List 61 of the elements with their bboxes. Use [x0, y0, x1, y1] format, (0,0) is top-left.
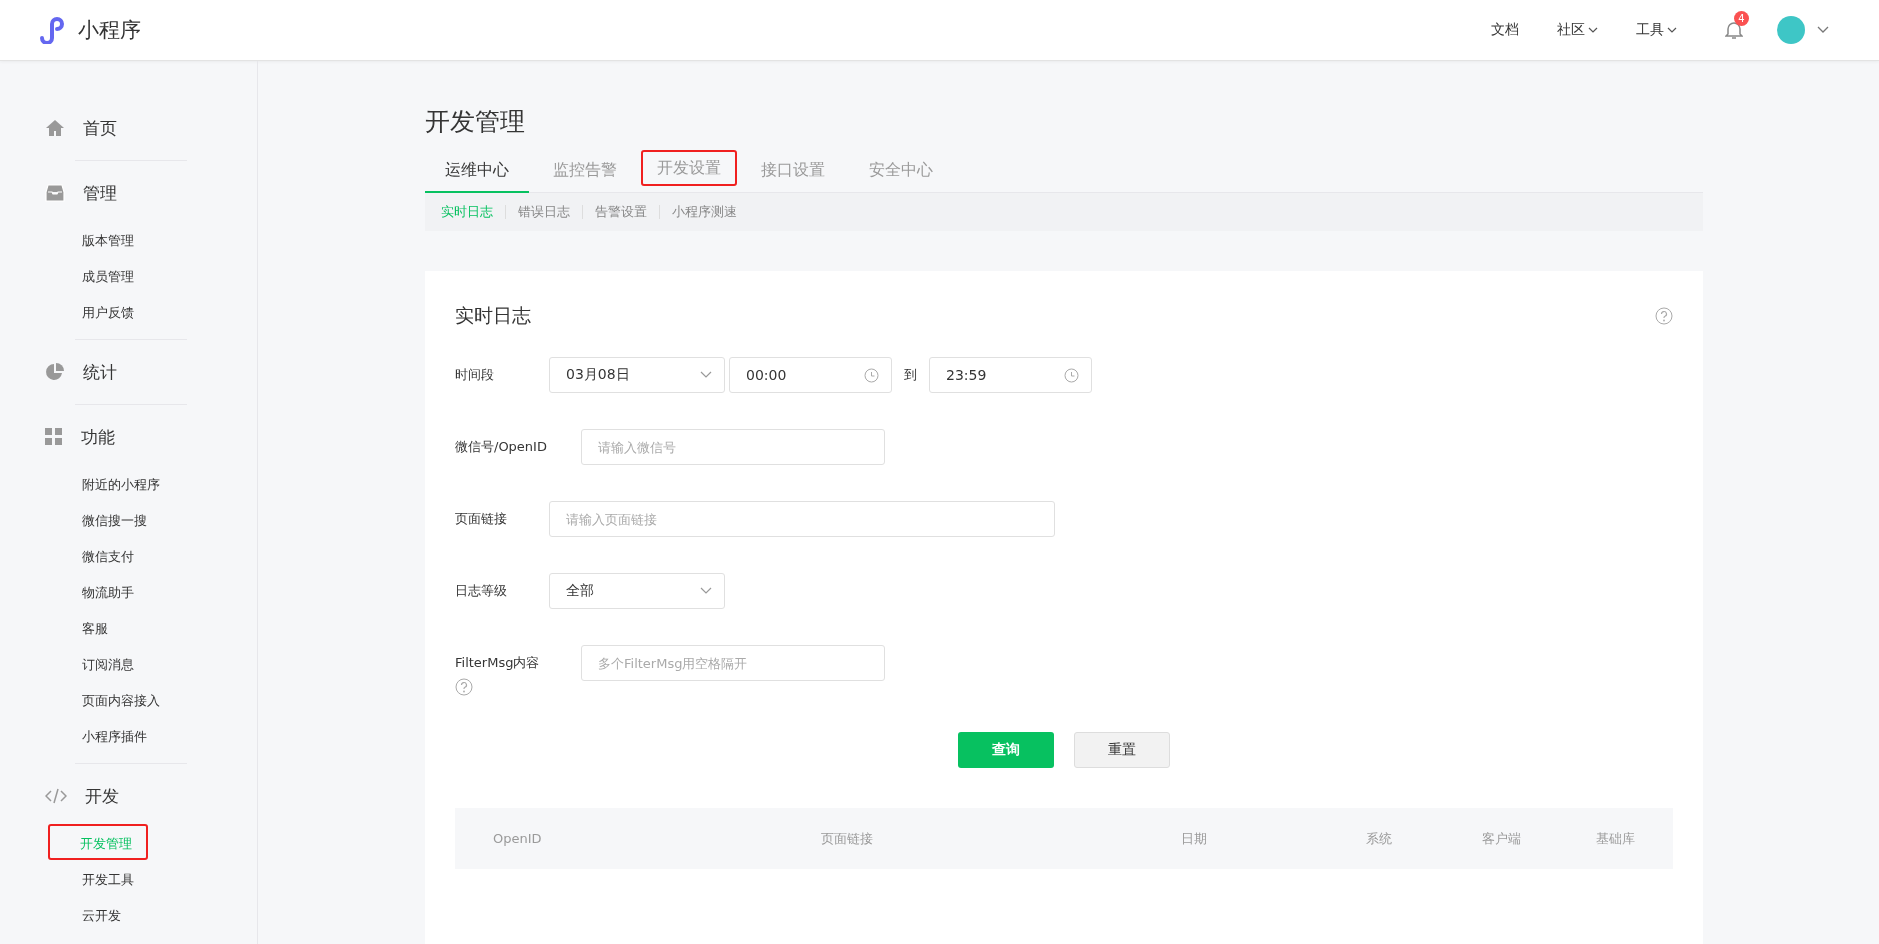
reset-button[interactable]: 重置 [1074, 732, 1170, 768]
brand-name: 小程序 [78, 17, 141, 44]
sidebar-item[interactable]: 版本管理 [75, 221, 144, 257]
sidebar-item[interactable]: 云开发 [75, 896, 131, 932]
card-title: 实时日志 [455, 303, 531, 328]
sidebar-item[interactable]: 成员管理 [75, 257, 144, 293]
wechat-id-field[interactable]: 请输入微信号 [581, 429, 885, 465]
code-icon [45, 787, 67, 805]
sidebar-item[interactable]: 页面内容接入 [75, 681, 170, 717]
start-time-field[interactable]: 00:00 [729, 357, 892, 393]
sidebar-item[interactable]: 物流助手 [75, 573, 144, 609]
sidebar-section[interactable]: 管理 [83, 181, 117, 205]
sidebar-item[interactable]: 订阅消息 [75, 645, 144, 681]
sidebar-item[interactable]: 开发工具 [75, 860, 144, 896]
column-header: 客户端 [1482, 829, 1521, 848]
sidebar-section[interactable]: 功能 [81, 425, 115, 449]
column-header: 日期 [1181, 829, 1207, 848]
column-header: 系统 [1366, 829, 1392, 848]
log-level-select[interactable]: 全部 [549, 573, 725, 609]
column-header: OpenID [493, 831, 542, 846]
inbox-icon [45, 184, 65, 202]
home-icon [45, 119, 65, 137]
sidebar-item[interactable]: 客服 [75, 609, 118, 645]
page-title: 开发管理 [425, 106, 526, 138]
help-icon[interactable] [1655, 307, 1673, 325]
clock-icon [864, 367, 879, 383]
pie-chart-icon [45, 362, 65, 382]
nav-link[interactable]: 文档 [1491, 21, 1519, 39]
nav-link[interactable]: 社区 [1557, 21, 1598, 39]
sidebar-item[interactable]: 附近的小程序 [75, 465, 170, 501]
field-label: 微信号/OpenID [455, 438, 548, 456]
nav-link[interactable]: 工具 [1636, 21, 1677, 39]
chevron-down-icon [700, 371, 712, 379]
sidebar-section[interactable]: 首页 [83, 116, 117, 140]
sidebar-section[interactable]: 统计 [83, 360, 117, 384]
field-label: 页面链接 [455, 510, 508, 528]
column-header: 页面链接 [821, 829, 873, 848]
filter-msg-field[interactable]: 多个FilterMsg用空格隔开 [581, 645, 885, 681]
range-separator: 到 [904, 366, 917, 384]
bell-icon[interactable] [1725, 20, 1743, 40]
chevron-down-icon [1667, 27, 1677, 33]
sidebar-item[interactable]: 微信搜一搜 [75, 501, 157, 537]
column-header: 基础库 [1596, 829, 1635, 848]
page-link-field[interactable]: 请输入页面链接 [549, 501, 1055, 537]
help-icon[interactable] [455, 678, 473, 696]
sidebar-item[interactable]: 用户反馈 [75, 293, 144, 329]
sidebar-item[interactable]: 小程序插件 [75, 717, 157, 753]
field-label: FilterMsg内容 [455, 654, 541, 672]
avatar[interactable] [1777, 16, 1805, 44]
clock-icon [1064, 367, 1079, 383]
grid-icon [45, 428, 63, 446]
chevron-down-icon [1588, 27, 1598, 33]
sidebar-section[interactable]: 开发 [85, 784, 119, 808]
end-time-field[interactable]: 23:59 [929, 357, 1092, 393]
sidebar-item[interactable]: 微信支付 [75, 537, 144, 573]
field-label: 日志等级 [455, 582, 508, 600]
notification-badge: 4 [1734, 11, 1749, 26]
date-select[interactable]: 03月08日 [549, 357, 725, 393]
chevron-down-icon [700, 587, 712, 595]
field-label: 时间段 [455, 366, 495, 384]
caret-icon[interactable] [1817, 26, 1829, 34]
